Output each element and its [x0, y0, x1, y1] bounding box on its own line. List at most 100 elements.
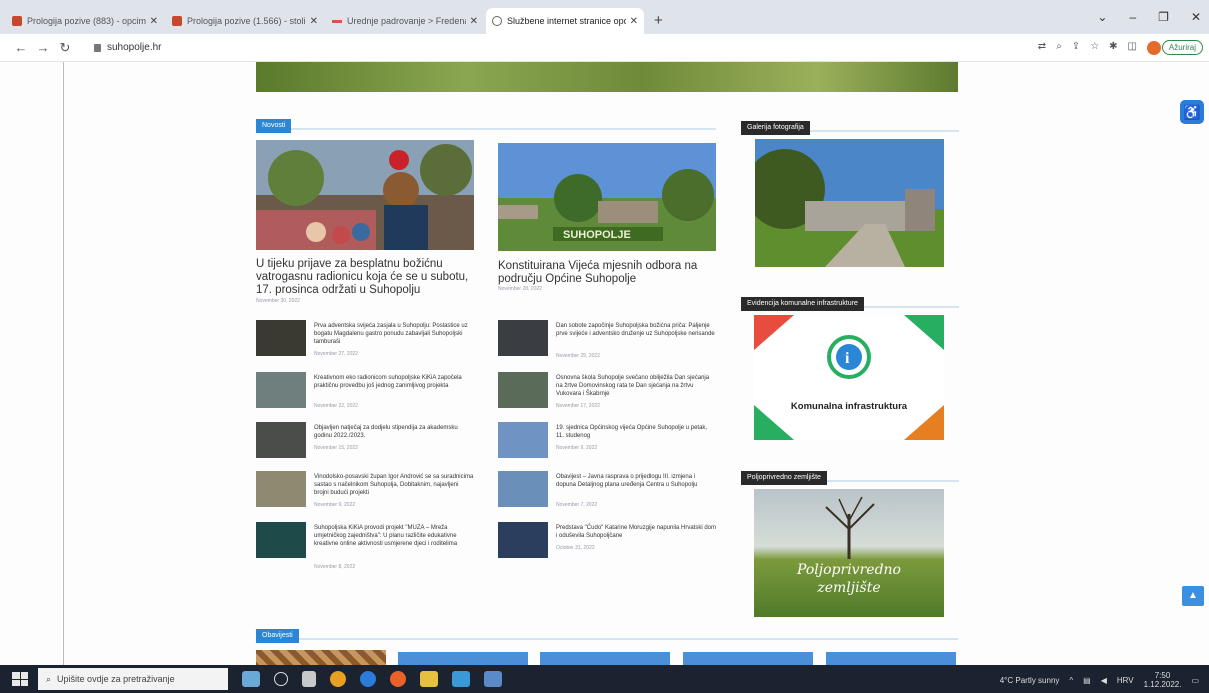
- close-tab-icon[interactable]: ✕: [630, 16, 638, 27]
- news-title[interactable]: Prva adventska svijeća zasjala u Suhopol…: [314, 322, 474, 346]
- address-bar: ← → ↻ suhopolje.hr ⇄ ⌕ ⇪ ☆ ✱ ◫ Ažuriraj: [0, 34, 1209, 62]
- news-thumb[interactable]: [498, 320, 548, 356]
- news-title[interactable]: 19. sjednica Općinskog vijeća Općine Suh…: [556, 424, 716, 440]
- volume-icon[interactable]: ◀: [1101, 676, 1107, 685]
- news-thumb[interactable]: [498, 471, 548, 507]
- scroll-to-top-button[interactable]: ▲: [1182, 586, 1204, 606]
- firefox-icon[interactable]: [390, 671, 406, 687]
- news-title[interactable]: Vinodolsko-posavski župan Igor Andrović …: [314, 473, 474, 497]
- news-title[interactable]: Kreativnom eko radionicom suhopoljske Ki…: [314, 374, 474, 390]
- clock-date: 1.12.2022.: [1143, 680, 1182, 689]
- notice-thumb[interactable]: [826, 652, 956, 665]
- zoom-icon[interactable]: ⌕: [1056, 41, 1062, 55]
- chevron-down-icon[interactable]: ⌄: [1097, 10, 1107, 24]
- app-icon[interactable]: [484, 671, 502, 687]
- polj-section-header: Poljoprivredno zemljište: [741, 466, 959, 485]
- minimize-button[interactable]: –: [1129, 10, 1136, 24]
- update-button[interactable]: Ažuriraj: [1161, 40, 1203, 55]
- news-thumb[interactable]: [256, 422, 306, 458]
- tray-chevron-icon[interactable]: ^: [1069, 676, 1073, 685]
- notices-tag[interactable]: Obavijesti: [256, 629, 299, 643]
- notifications-icon[interactable]: ▭: [1191, 676, 1199, 685]
- back-arrow-icon[interactable]: ←: [12, 40, 30, 55]
- news-title[interactable]: Dan sobote započinje Suhopoljska božićna…: [556, 322, 716, 338]
- close-tab-icon[interactable]: ✕: [310, 16, 318, 27]
- star-icon[interactable]: ☆: [1090, 41, 1099, 55]
- village-sign-text: SUHOPOLJE: [563, 229, 631, 241]
- hero-image-village[interactable]: SUHOPOLJE: [498, 143, 716, 251]
- store-icon[interactable]: [452, 671, 470, 687]
- translate-icon[interactable]: ⇄: [1038, 41, 1046, 55]
- profile-avatar[interactable]: [1147, 41, 1161, 55]
- polj-banner[interactable]: Poljoprivredno zemljište: [754, 489, 944, 617]
- news-thumb[interactable]: [256, 320, 306, 356]
- close-window-button[interactable]: ✕: [1191, 10, 1201, 24]
- close-tab-icon[interactable]: ✕: [470, 16, 478, 27]
- network-icon[interactable]: ▤: [1083, 676, 1091, 685]
- chrome-icon[interactable]: [330, 671, 346, 687]
- sidepanel-icon[interactable]: ◫: [1128, 41, 1137, 55]
- site-favicon-icon: [332, 19, 342, 23]
- notice-thumb[interactable]: [540, 652, 670, 665]
- notice-thumb[interactable]: [398, 652, 528, 665]
- browser-tab[interactable]: Prologija pozive (1.566) - stoli180 ✕: [166, 8, 324, 34]
- komunalna-graphic: i: [754, 315, 944, 440]
- polj-label-line2: zemljište: [817, 580, 881, 596]
- komunalna-banner[interactable]: i Komunalna infrastruktura: [754, 315, 944, 440]
- url-field[interactable]: suhopolje.hr: [94, 42, 161, 53]
- news-title[interactable]: Objavljen natječaj za dodjelu stipendija…: [314, 424, 474, 440]
- file-explorer-icon[interactable]: [420, 671, 438, 687]
- browser-tab[interactable]: Prologija pozive (883) - opcimanet ✕: [6, 8, 164, 34]
- news-title[interactable]: Suhopoljska KiKiA provodi projekt "MUZA …: [314, 524, 474, 548]
- news-thumb[interactable]: [256, 522, 306, 558]
- news-title[interactable]: Osnovna škola Suhopolje svečano obilježi…: [556, 374, 716, 398]
- news-thumb[interactable]: [498, 372, 548, 408]
- gallery-image-castle[interactable]: [755, 139, 944, 267]
- cortana-icon[interactable]: [274, 672, 288, 686]
- new-tab-button[interactable]: +: [654, 12, 663, 29]
- weather-app-icon[interactable]: [242, 671, 260, 687]
- gallery-tag[interactable]: Galerija fotografija: [741, 121, 810, 135]
- task-view-icon[interactable]: [302, 671, 316, 687]
- news-tag[interactable]: Novosti: [256, 119, 292, 133]
- polj-tag[interactable]: Poljoprivredno zemljište: [741, 471, 827, 485]
- accessibility-button[interactable]: ♿: [1180, 100, 1204, 124]
- notice-thumb-wood[interactable]: [256, 650, 386, 665]
- news-thumb[interactable]: [256, 471, 306, 507]
- hero-title[interactable]: Konstituirana Vijeća mjesnih odbora na p…: [498, 260, 718, 286]
- weather-status[interactable]: 4°C Partly sunny: [1000, 676, 1060, 685]
- komunalna-label: Komunalna infrastruktura: [790, 401, 908, 412]
- hero-image-fire-workshop[interactable]: [256, 140, 474, 250]
- language-indicator[interactable]: HRV: [1117, 676, 1134, 685]
- notice-thumb[interactable]: [683, 652, 813, 665]
- news-title[interactable]: Obavijest – Javna rasprava o prijedlogu …: [556, 473, 716, 489]
- close-tab-icon[interactable]: ✕: [150, 16, 158, 27]
- search-icon: ⌕: [46, 673, 52, 684]
- news-thumb[interactable]: [498, 522, 548, 558]
- news-title[interactable]: Predstava "Ćudo" Katarine Moruzgije napu…: [556, 524, 716, 540]
- hero-title[interactable]: U tijeku prijave za besplatnu božićnu va…: [256, 258, 476, 297]
- clock[interactable]: 7:50 1.12.2022.: [1144, 671, 1182, 689]
- edge-icon[interactable]: [360, 671, 376, 687]
- maximize-button[interactable]: ❐: [1158, 10, 1169, 24]
- komunalna-section-header: Evidencija komunalne infrastrukture: [741, 292, 959, 311]
- news-date: November 7, 2022: [556, 502, 598, 508]
- news-thumb[interactable]: [256, 372, 306, 408]
- share-icon[interactable]: ⇪: [1072, 41, 1080, 55]
- taskbar-search-input[interactable]: ⌕ Upišite ovdje za pretraživanje: [38, 668, 228, 690]
- news-date: November 25, 2022: [556, 353, 600, 359]
- komunalna-tag[interactable]: Evidencija komunalne infrastrukture: [741, 297, 864, 311]
- news-thumb[interactable]: [498, 422, 548, 458]
- reload-icon[interactable]: ↻: [56, 40, 74, 56]
- site-favicon-icon: [172, 16, 182, 26]
- extensions-icon[interactable]: ✱: [1109, 41, 1117, 55]
- windows-start-icon[interactable]: [12, 672, 28, 686]
- browser-tab[interactable]: Urednje padrovanje > Fredenati ✕: [326, 8, 484, 34]
- browser-tab-bar: Prologija pozive (883) - opcimanet ✕ Prol…: [0, 0, 1209, 34]
- forward-arrow-icon[interactable]: →: [34, 40, 52, 55]
- system-tray: 4°C Partly sunny ^ ▤ ◀ HRV 7:50 1.12.202…: [1000, 671, 1199, 689]
- notices-section-header: Obavijesti: [256, 624, 958, 643]
- lock-icon: [94, 43, 101, 52]
- news-date: November 8, 2022: [314, 564, 356, 570]
- browser-tab-active[interactable]: Službene internet stranice općin ✕: [486, 8, 644, 34]
